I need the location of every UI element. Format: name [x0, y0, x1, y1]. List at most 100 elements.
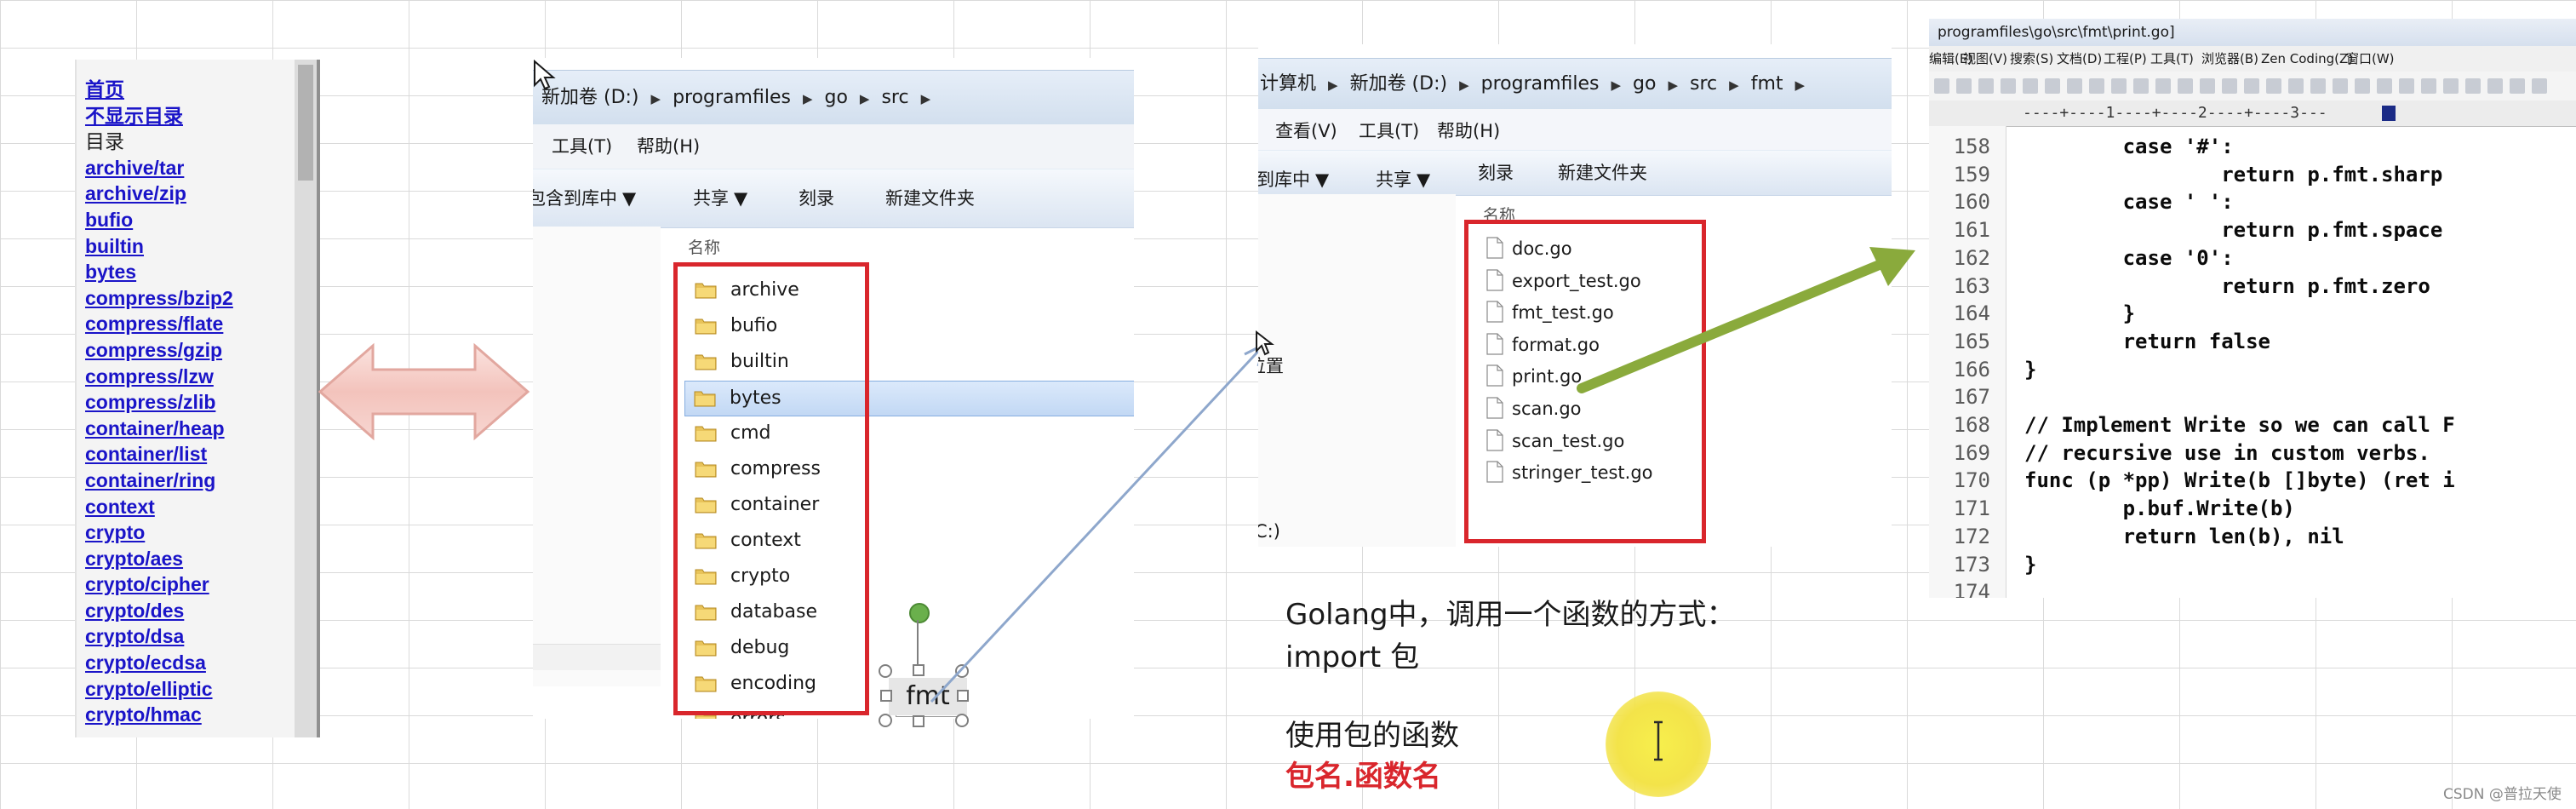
toolbar-button-icon[interactable]	[2288, 78, 2304, 94]
doc-index-link[interactable]: crypto/dsa	[85, 623, 289, 650]
doc-index-link[interactable]: crypto/hmac	[85, 702, 289, 728]
toolbar-button-icon[interactable]	[2067, 78, 2082, 94]
toolbar-button-icon[interactable]	[2266, 78, 2281, 94]
doc-index-link[interactable]: bytes	[85, 259, 289, 285]
toolbar-button-icon[interactable]	[2310, 78, 2326, 94]
editor-menu-item[interactable]: Zen Coding(Z)	[2261, 46, 2353, 72]
doc-index-link[interactable]: context	[85, 494, 289, 520]
toolbar-button-icon[interactable]	[2377, 78, 2392, 94]
resize-handle[interactable]	[880, 690, 892, 702]
burn-button[interactable]: 刻录	[1478, 151, 1514, 195]
toolbar-button-icon[interactable]	[2355, 78, 2370, 94]
toolbar-button-icon[interactable]	[2023, 78, 2038, 94]
nav-drive[interactable]: C:)	[1258, 521, 1280, 542]
new-folder-button[interactable]: 新建文件夹	[1558, 151, 1647, 195]
editor-menu-item[interactable]: 浏览器(B)	[2201, 46, 2258, 72]
doc-index-link[interactable]: crypto/cipher	[85, 571, 289, 598]
column-header-name[interactable]: 名称	[688, 235, 720, 258]
toolbar-button-icon[interactable]	[2510, 78, 2525, 94]
breadcrumb-segment[interactable]: 计算机	[1260, 73, 1316, 95]
nav-location[interactable]: 位置	[1258, 353, 1284, 378]
scrollbar-thumb[interactable]	[298, 65, 313, 181]
breadcrumb-segment[interactable]: go	[1633, 73, 1656, 95]
doc-index-link[interactable]: crypto	[85, 519, 289, 546]
ruler-marker[interactable]	[2382, 106, 2396, 121]
doc-index-link[interactable]: 首页	[85, 77, 289, 103]
doc-index-link[interactable]: compress/bzip2	[85, 285, 289, 312]
doc-index-link[interactable]: crypto/aes	[85, 546, 289, 572]
new-folder-button[interactable]: 新建文件夹	[885, 169, 975, 227]
toolbar-button-icon[interactable]	[2222, 78, 2237, 94]
chevron-right-icon[interactable]: ▶	[1729, 60, 1739, 111]
doc-index-link[interactable]: compress/gzip	[85, 337, 289, 364]
doc-index-link[interactable]: bufio	[85, 207, 289, 233]
toolbar-button-icon[interactable]	[2200, 78, 2215, 94]
chevron-right-icon[interactable]: ▶	[860, 72, 870, 126]
resize-handle[interactable]	[913, 664, 924, 676]
breadcrumb-segment[interactable]: programfiles	[1481, 73, 1600, 95]
chevron-right-icon[interactable]: ▶	[651, 72, 661, 126]
menu-help[interactable]: 帮助(H)	[637, 124, 700, 169]
doc-index-link[interactable]: container/heap	[85, 416, 289, 442]
doc-index-link[interactable]: archive/zip	[85, 181, 289, 207]
chevron-right-icon[interactable]: ▶	[921, 72, 931, 126]
chevron-right-icon[interactable]: ▶	[1611, 60, 1622, 111]
menu-tools[interactable]: 工具(T)	[552, 124, 612, 169]
menu-view[interactable]: 查看(V)	[1275, 109, 1337, 153]
breadcrumb-segment[interactable]: src	[1690, 73, 1717, 95]
chevron-right-icon[interactable]: ▶	[1328, 60, 1338, 111]
doc-index-link[interactable]: container/ring	[85, 468, 289, 494]
breadcrumb-segment[interactable]: src	[881, 87, 908, 108]
toolbar-button-icon[interactable]	[1934, 78, 1949, 94]
toolbar-button-icon[interactable]	[2045, 78, 2060, 94]
editor-menu-item[interactable]: 工具(T)	[2150, 46, 2194, 72]
toolbar-button-icon[interactable]	[2178, 78, 2193, 94]
editor-menu-item[interactable]: 搜索(S)	[2010, 46, 2053, 72]
editor-menu-item[interactable]: 工程(P)	[2104, 46, 2147, 72]
resize-handle[interactable]	[955, 714, 969, 727]
toolbar-button-icon[interactable]	[2133, 78, 2149, 94]
editor-menu-item[interactable]: 文档(D)	[2057, 46, 2102, 72]
doc-index-link[interactable]: compress/lzw	[85, 364, 289, 390]
doc-index-link[interactable]: crypto/ecdsa	[85, 650, 289, 676]
breadcrumb-segment[interactable]: programfiles	[673, 87, 791, 108]
toolbar-button-icon[interactable]	[2155, 78, 2171, 94]
toolbar-button-icon[interactable]	[2244, 78, 2259, 94]
doc-index-link[interactable]: crypto/elliptic	[85, 676, 289, 703]
chevron-right-icon[interactable]: ▶	[803, 72, 813, 126]
doc-index-scrollbar[interactable]	[295, 60, 317, 737]
toolbar-button-icon[interactable]	[2443, 78, 2459, 94]
burn-button[interactable]: 刻录	[799, 169, 834, 227]
toolbar-button-icon[interactable]	[2465, 78, 2481, 94]
doc-index-link[interactable]: archive/tar	[85, 155, 289, 181]
menu-help[interactable]: 帮助(H)	[1437, 109, 1500, 153]
address-bar[interactable]: 计算机 ▶ 新加卷 (D:) ▶ programfiles ▶ go ▶ src ▶ fmt ▶	[1258, 58, 1892, 111]
editor-menu-item[interactable]: 窗口(W)	[2346, 46, 2395, 72]
toolbar-button-icon[interactable]	[1978, 78, 1994, 94]
toolbar-button-icon[interactable]	[2111, 78, 2127, 94]
resize-handle[interactable]	[879, 664, 892, 678]
menu-tools[interactable]: 工具(T)	[1359, 109, 1419, 153]
doc-index-link[interactable]: builtin	[85, 233, 289, 260]
toolbar-button-icon[interactable]	[1956, 78, 1972, 94]
address-bar[interactable]: 新加卷 (D:) ▶ programfiles ▶ go ▶ src ▶	[533, 70, 1134, 126]
toolbar-button-icon[interactable]	[2532, 78, 2547, 94]
breadcrumb-segment[interactable]: 新加卷 (D:)	[1350, 73, 1448, 95]
breadcrumb-segment[interactable]: go	[824, 87, 847, 108]
chevron-right-icon[interactable]: ▶	[1668, 60, 1678, 111]
toolbar-button-icon[interactable]	[2089, 78, 2104, 94]
doc-index-link[interactable]: crypto/des	[85, 598, 289, 624]
resize-handle[interactable]	[913, 715, 924, 727]
resize-handle[interactable]	[879, 714, 892, 727]
toolbar-button-icon[interactable]	[2421, 78, 2436, 94]
toolbar-button-icon[interactable]	[2399, 78, 2414, 94]
toolbar-button-icon[interactable]	[2487, 78, 2503, 94]
doc-index-link[interactable]: container/list	[85, 441, 289, 468]
breadcrumb-segment[interactable]: fmt	[1751, 73, 1783, 95]
toolbar-button-icon[interactable]	[2001, 78, 2016, 94]
editor-menu-item[interactable]: 视图(V)	[1963, 46, 2007, 72]
doc-index-link[interactable]: compress/flate	[85, 311, 289, 337]
doc-index-link[interactable]: 不显示目录	[85, 103, 289, 129]
share-button[interactable]: 共享 ▼	[693, 169, 747, 227]
chevron-right-icon[interactable]: ▶	[1795, 60, 1806, 111]
